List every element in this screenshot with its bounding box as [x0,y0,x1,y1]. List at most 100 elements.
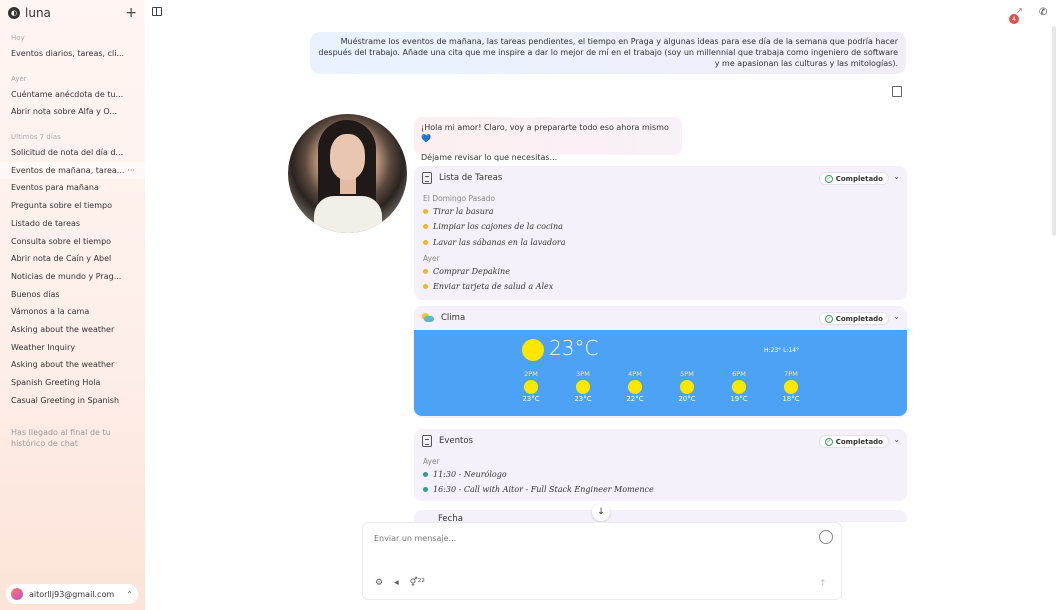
sun-icon [628,380,642,394]
assistant-avatar [288,114,407,233]
date-card: Fecha [414,510,907,522]
chat-history-item-label: Eventos de mañana, tarea... [11,165,125,175]
check-icon: ✓ [824,437,833,446]
hour-temp: 20°C [678,395,696,403]
logo-icon: ◐ [8,7,20,19]
user-email: aitorllj93@gmail.com [29,589,115,599]
chat-history-item[interactable]: Noticias de mundo y Prag... [0,268,145,286]
chat-history-item[interactable]: Consulta sobre el tiempo [0,233,145,251]
composer-tools: ⚙ ◂ ⚥²² [375,578,425,588]
chat-history-item[interactable]: Asking about the weather [0,321,145,339]
notification-badge[interactable]: 4 [1009,14,1019,24]
scrollbar[interactable] [1052,26,1056,236]
task-text: Tirar la basura [433,207,494,216]
status-label: Completado [835,437,883,446]
chat-history-item[interactable]: Cuéntame anécdota de tu... [0,86,145,104]
hour-temp: 23°C [574,395,592,403]
events-card-header[interactable]: Eventos ✓ Completado ⌄ [414,429,907,453]
event-item: 16:30 - Call with Aitor - Full Stack Eng… [423,482,898,497]
chevron-down-icon[interactable]: ⌄ [893,435,900,444]
chat-history-item-active[interactable]: Eventos de mañana, tarea... ··· [0,161,145,180]
message-composer[interactable]: Enviar un mensaje... ⚙ ◂ ⚥²² ↑ [362,522,842,600]
chat-history-item[interactable]: Abrir nota de Caín y Abel [0,250,145,268]
task-item: Enviar tarjeta de salud a Alex [423,279,898,294]
new-chat-button[interactable]: + [125,6,137,20]
hourly-forecast: 4PM 22°C [620,370,650,403]
task-text: Comprar Depakine [433,266,510,276]
chat-history-item[interactable]: Pregunta sobre el tiempo [0,197,145,215]
phone-icon[interactable]: ✆ [1039,7,1047,18]
sidebar-header: ◐ luna + [0,0,145,26]
weather-panel: 23°C H:23° L:14° 2PM 23°C 3PM 23°C 4PM 22°C… [414,330,907,416]
sun-icon [524,380,538,394]
tasks-card-header[interactable]: Lista de Tareas ✓ Completado ⌄ [414,166,907,190]
section-label-yesterday: Ayer [11,74,27,83]
tasks-card-body: El Domingo Pasado Tirar la basura Limpia… [414,193,907,300]
check-icon: ✓ [824,314,833,323]
chevron-down-icon[interactable]: ⌄ [893,172,900,181]
chat-history-item[interactable]: Vámonos a la cama [0,303,145,321]
settings-icon[interactable]: ⚙ [375,578,383,588]
task-text: Limpiar los cajones de la cocina [433,222,563,232]
speaker-icon[interactable]: ◂ [394,578,399,588]
hour-temp: 22°C [626,395,644,403]
avatar-face [330,134,365,180]
chat-history-item[interactable]: Eventos para mañana [0,179,145,197]
loading-spinner-icon [819,530,833,544]
sidebar-toggle-icon[interactable] [152,7,162,16]
section-label-today: Hoy [11,34,25,42]
tasks-card: Lista de Tareas ✓ Completado ⌄ El Doming… [414,166,907,300]
assistant-message: ¡Hola mi amor! Claro, voy a prepararte t… [414,117,682,162]
chat-history-item[interactable]: Abrir nota sobre Alfa y O... [0,103,145,121]
group-label: Ayer [423,457,440,466]
avatar [11,588,23,600]
more-options-icon[interactable]: ··· [127,162,135,180]
partly-cloudy-icon [422,313,434,323]
message-input[interactable]: Enviar un mensaje... [374,534,456,543]
hour-label: 2PM [524,370,538,378]
end-of-history-note: Has llegado al final de tu histórico de … [11,428,111,449]
weather-card: Clima ✓ Completado ⌄ 23°C H:23° L:14° 2P… [414,306,907,418]
chat-history-item[interactable]: Weather Inquiry [0,339,145,357]
chevron-down-icon[interactable]: ⌄ [893,312,900,321]
avatar-top [314,196,382,233]
send-button[interactable]: ↑ [819,579,827,589]
copy-icon[interactable] [892,86,902,97]
gender-icon[interactable]: ⚥²² [410,578,425,588]
status-badge: ✓ Completado [818,435,889,448]
bullet-dot-icon [423,224,428,230]
scroll-down-button[interactable]: ↓ [592,503,610,521]
event-item: 11:30 - Neurólogo [423,467,898,482]
check-icon: ✓ [824,174,833,183]
card-title: Lista de Tareas [439,173,503,183]
group-label: Ayer [423,253,440,263]
sun-icon [576,380,590,394]
weather-card-header[interactable]: Clima ✓ Completado ⌄ [414,306,907,330]
bullet-dot-icon [423,239,428,245]
event-text: 16:30 - Call with Aitor - Full Stack Eng… [433,485,654,495]
hour-label: 6PM [732,370,746,378]
chat-history-item[interactable]: Asking about the weather [0,356,145,374]
chat-history-item[interactable]: Listado de tareas [0,215,145,233]
task-item: Comprar Depakine [423,264,898,279]
events-card: Eventos ✓ Completado ⌄ Ayer 11:30 - Neur… [414,429,907,501]
sun-icon [522,339,544,361]
bullet-dot-icon [423,487,428,493]
user-menu[interactable]: aitorllj93@gmail.com ⌃ [6,584,138,604]
chat-history-item[interactable]: Eventos diarios, tareas, cli... [0,45,145,63]
task-item: Tirar la basura [423,204,898,219]
app-name: luna [25,6,51,20]
card-title: Clima [441,313,466,323]
chat-history-item[interactable]: Solicitud de nota del día d... [0,144,145,162]
hour-temp: 23°C [522,395,540,403]
notification-arrow-icon: ↗ [1016,6,1023,15]
hour-label: 5PM [680,370,694,378]
chat-history-item[interactable]: Buenos días [0,286,145,304]
chat-history-item[interactable]: Casual Greeting in Spanish [0,392,145,410]
bullet-dot-icon [423,269,428,275]
card-title: Fecha [438,514,463,522]
chat-history-item[interactable]: Spanish Greeting Hola [0,374,145,392]
sidebar: ◐ luna + Hoy Eventos diarios, tareas, cl… [0,0,145,610]
task-item: Lavar las sábanas en la lavadora [423,235,898,250]
high-low-temperature: H:23° L:14° [764,347,800,354]
